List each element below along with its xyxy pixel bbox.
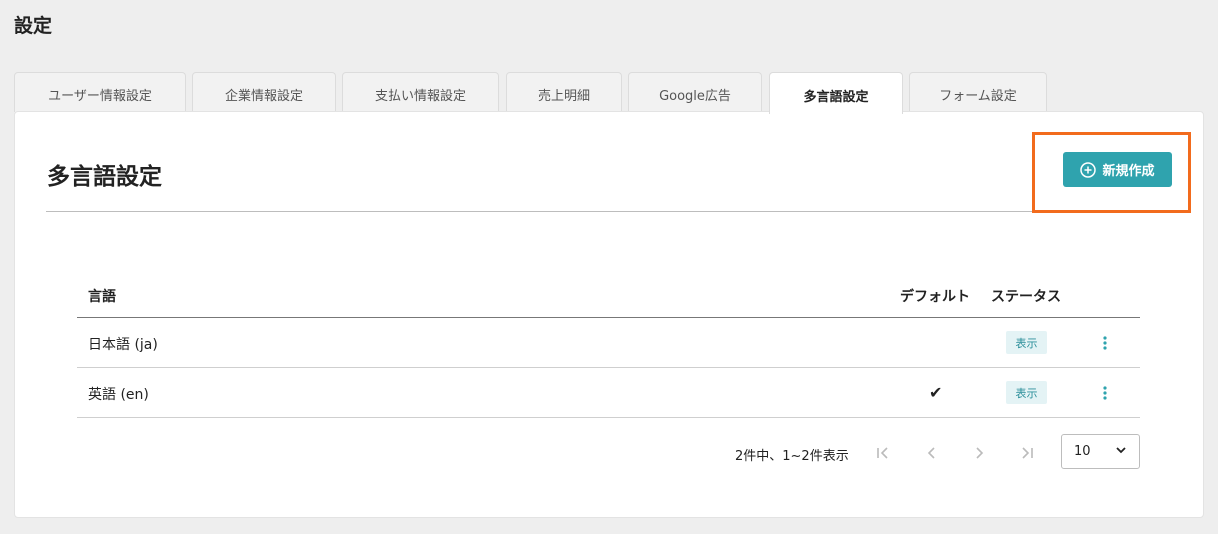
first-page-icon[interactable] — [871, 441, 895, 465]
pagination-info: 2件中、1~2件表示 — [735, 449, 849, 464]
language-name: 日本語 (ja) — [88, 337, 158, 353]
tab-google-ads[interactable]: Google広告 — [628, 72, 762, 112]
page-title: 設定 — [14, 15, 53, 37]
status-badge: 表示 — [1006, 381, 1047, 404]
header-status: ステータス — [991, 289, 1061, 305]
tab-sales-details[interactable]: 売上明細 — [506, 72, 622, 112]
table-row: 日本語 (ja) 表示 — [77, 318, 1140, 368]
tab-company-info[interactable]: 企業情報設定 — [192, 72, 336, 112]
page-size-select[interactable]: 10 — [1061, 434, 1140, 469]
chevron-down-icon — [1115, 444, 1127, 460]
row-menu-kebab-icon[interactable] — [1095, 334, 1115, 352]
new-create-label: 新規作成 — [1102, 164, 1155, 179]
row-menu-kebab-icon[interactable] — [1095, 384, 1115, 402]
languages-table: 言語 デフォルト ステータス 日本語 (ja) 表示 英語 (en) ✔ 表示 — [77, 272, 1140, 418]
table-row: 英語 (en) ✔ 表示 — [77, 368, 1140, 418]
status-badge: 表示 — [1006, 331, 1047, 354]
settings-panel: 多言語設定 新規作成 言語 デフォルト ステータス 日本語 (ja) 表示 英語… — [14, 111, 1204, 518]
default-checkmark: ✔ — [929, 383, 943, 402]
tab-form-settings[interactable]: フォーム設定 — [909, 72, 1047, 112]
prev-page-icon[interactable] — [920, 441, 944, 465]
new-create-button[interactable]: 新規作成 — [1063, 152, 1172, 187]
header-language: 言語 — [88, 289, 116, 305]
page-size-value: 10 — [1074, 444, 1091, 459]
tab-payment-info[interactable]: 支払い情報設定 — [342, 72, 499, 112]
section-title: 多言語設定 — [47, 164, 162, 190]
section-divider — [46, 211, 1033, 212]
next-page-icon[interactable] — [967, 441, 991, 465]
table-header: 言語 デフォルト ステータス — [77, 272, 1140, 318]
plus-circle-icon — [1080, 161, 1097, 178]
last-page-icon[interactable] — [1015, 441, 1039, 465]
tab-user-info[interactable]: ユーザー情報設定 — [14, 72, 186, 112]
language-name: 英語 (en) — [88, 387, 149, 403]
tab-multilingual[interactable]: 多言語設定 — [769, 72, 903, 114]
header-default: デフォルト — [900, 289, 970, 305]
